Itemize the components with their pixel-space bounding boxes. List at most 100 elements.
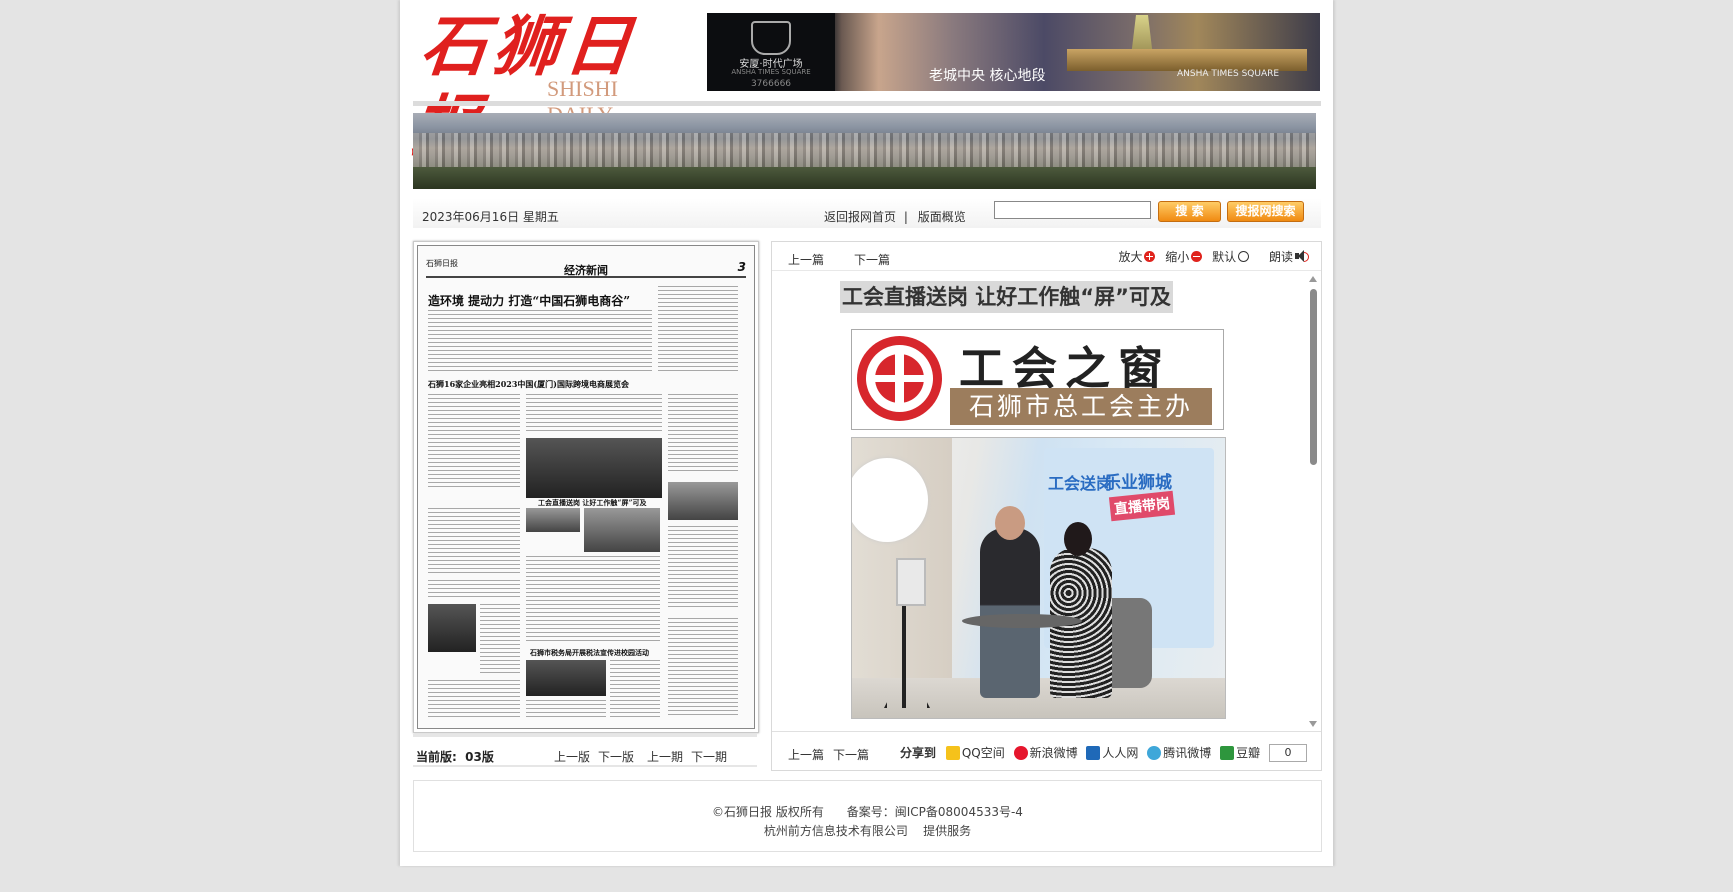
- news-photo[interactable]: [668, 482, 738, 520]
- overview-link[interactable]: 版面概览: [918, 210, 966, 224]
- reading-tools: 放大 缩小 默认 朗读: [1118, 248, 1309, 265]
- scroll-down-arrow-icon[interactable]: [1309, 721, 1317, 727]
- article-text-block[interactable]: [668, 618, 738, 718]
- share-count: 0: [1269, 744, 1307, 762]
- article-footer-bar: 上一篇 下一篇 分享到 QQ空间 新浪微博 人人网 腾讯微博 豆瓣 0: [772, 731, 1321, 771]
- article-text-block[interactable]: [668, 394, 738, 474]
- hills-image: [413, 167, 1316, 189]
- share-qzone[interactable]: QQ空间: [945, 746, 1005, 760]
- live-stream-photo-thumb[interactable]: [584, 508, 660, 552]
- ad-brand-block: 安厦·时代广场 ANSHA TIMES SQUARE 3766666: [707, 13, 835, 91]
- ad-slogan-en: ANSHA TIMES SQUARE: [1177, 69, 1280, 79]
- article-text-block[interactable]: [428, 394, 520, 490]
- article-text-block[interactable]: [658, 286, 738, 374]
- ad-phone: 3766666: [750, 79, 792, 89]
- exhibition-photo[interactable]: [526, 438, 662, 498]
- article-text-block[interactable]: [668, 526, 738, 610]
- article-panel: 上一篇 下一篇 放大 缩小 默认 朗读 工会直播送岗 让好工作触“屏”可及 工会…: [771, 241, 1322, 771]
- service-provider-line: 杭州前方信息技术有限公司 提供服务: [763, 824, 972, 838]
- nav-separator: |: [903, 210, 908, 224]
- scrollbar-thumb[interactable]: [1310, 289, 1317, 465]
- site-search-button[interactable]: 搜报网搜索: [1227, 201, 1304, 222]
- newspaper-page-thumbnail[interactable]: 石狮日报 经济新闻 3 造环境 提动力 打造“中国石狮电商谷” 石狮16家企业亮…: [413, 241, 759, 733]
- next-edition-link[interactable]: 下一版: [598, 748, 634, 765]
- scroll-up-arrow-icon[interactable]: [1309, 276, 1317, 282]
- newspaper-page-inner: 石狮日报 经济新闻 3 造环境 提动力 打造“中国石狮电商谷” 石狮16家企业亮…: [417, 245, 755, 729]
- renren-icon: [1086, 746, 1101, 760]
- article-text-block[interactable]: [428, 310, 652, 374]
- city-skyline-image: [413, 133, 1316, 169]
- read-aloud-button[interactable]: 朗读: [1269, 250, 1309, 264]
- backdrop-text-2: 乐业狮城: [1104, 473, 1172, 493]
- pager-rule: [413, 765, 757, 767]
- photo-phone-on-tripod: [896, 558, 926, 606]
- share-sina-weibo[interactable]: 新浪微博: [1013, 746, 1078, 760]
- default-size-button[interactable]: 默认: [1212, 250, 1250, 264]
- paper-headline-2[interactable]: 石狮16家企业亮相2023中国(厦门)国际跨境电商展览会: [428, 379, 629, 390]
- advertisement-banner[interactable]: 安厦·时代广场 ANSHA TIMES SQUARE 3766666 老城中央 …: [707, 13, 1320, 91]
- paper-page-number: 3: [737, 260, 746, 274]
- page-container: 石狮日报 SHISHI DAILY 安厦·时代广场 ANSHA TIMES SQ…: [400, 0, 1333, 866]
- paper-headline-4[interactable]: 石狮市税务局开展税法宣传进校园活动: [530, 648, 649, 658]
- union-window-thumb[interactable]: [526, 508, 580, 532]
- ad-building-image: [1067, 49, 1307, 71]
- photo-table: [962, 614, 1082, 628]
- thumbnail-shadow-rule: [413, 734, 757, 737]
- zoom-in-icon: [1144, 251, 1156, 262]
- article-text-block[interactable]: [526, 700, 606, 720]
- search-button[interactable]: 搜 索: [1158, 201, 1221, 222]
- paper-headline-1[interactable]: 造环境 提动力 打造“中国石狮电商谷”: [428, 292, 630, 309]
- prev-issue-link[interactable]: 上一期: [647, 748, 683, 765]
- ad-brand-en: ANSHA TIMES SQUARE: [731, 68, 811, 76]
- article-content-scroll[interactable]: 工会直播送岗 让好工作触“屏”可及 工会之窗 石狮市总工会主办 工会送岗 乐业狮…: [772, 270, 1321, 732]
- qzone-star-icon: [945, 746, 960, 760]
- search-input[interactable]: [994, 201, 1151, 219]
- prev-article-link[interactable]: 上一篇: [788, 251, 824, 268]
- article-text-block[interactable]: [428, 508, 520, 574]
- next-article-link[interactable]: 下一篇: [854, 251, 890, 268]
- copyright-line: ©石狮日报 版权所有 备案号：闽ICP备08004533号-4: [712, 805, 1023, 819]
- article-text-block[interactable]: [428, 680, 520, 720]
- paper-headline-3[interactable]: 工会直播送岗 让好工作触“屏”可及: [538, 498, 647, 508]
- zoom-out-icon: [1191, 251, 1203, 262]
- zoom-in-button[interactable]: 放大: [1118, 250, 1156, 264]
- backdrop-text-1: 工会送岗: [1048, 474, 1113, 493]
- backdrop-tag: 直播带岗: [1108, 490, 1176, 522]
- share-bar: 分享到 QQ空间 新浪微博 人人网 腾讯微博 豆瓣: [900, 744, 1285, 761]
- prev-article-link-bottom[interactable]: 上一篇: [788, 746, 824, 763]
- event-photo[interactable]: [428, 604, 476, 652]
- current-edition-label: 当前版: 03版: [416, 750, 494, 764]
- article-text-block[interactable]: [610, 660, 660, 720]
- toolbar: 2023年06月16日 星期五 返回报网首页 | 版面概览 搜 索 搜报网搜索: [413, 198, 1321, 228]
- article-text-block[interactable]: [480, 604, 520, 674]
- article-scrollbar[interactable]: [1305, 271, 1321, 732]
- article-toolbar: 上一篇 下一篇 放大 缩小 默认 朗读: [772, 242, 1321, 270]
- masthead-logo[interactable]: 石狮日报 SHISHI DAILY: [409, 6, 673, 165]
- shield-logo-icon: [751, 21, 791, 55]
- live-stream-photo: 工会送岗 乐业狮城 直播带岗: [851, 437, 1226, 719]
- city-panorama-banner: [413, 113, 1316, 189]
- issue-date: 2023年06月16日 星期五: [422, 210, 559, 224]
- current-edition-value: 03版: [465, 750, 494, 764]
- share-renren[interactable]: 人人网: [1086, 746, 1138, 760]
- zoom-out-button[interactable]: 缩小: [1165, 250, 1203, 264]
- tax-event-photo[interactable]: [526, 660, 606, 696]
- trade-union-emblem-icon: [857, 336, 942, 421]
- next-issue-link[interactable]: 下一期: [691, 748, 727, 765]
- union-window-subtitle: 石狮市总工会主办: [950, 388, 1212, 425]
- weibo-icon: [1013, 746, 1028, 760]
- union-window-banner: 工会之窗 石狮市总工会主办: [851, 329, 1224, 430]
- article-text-block[interactable]: [428, 580, 520, 600]
- article-title: 工会直播送岗 让好工作触“屏”可及: [840, 281, 1173, 313]
- site-footer: ©石狮日报 版权所有 备案号：闽ICP备08004533号-4 杭州前方信息技术…: [413, 780, 1322, 852]
- share-douban[interactable]: 豆瓣: [1220, 746, 1260, 760]
- article-text-block[interactable]: [526, 556, 660, 642]
- article-text-block[interactable]: [526, 394, 662, 434]
- photo-person-man: [980, 506, 1040, 698]
- default-size-icon: [1238, 251, 1250, 262]
- home-link[interactable]: 返回报网首页: [824, 210, 896, 224]
- next-article-link-bottom[interactable]: 下一篇: [833, 746, 869, 763]
- share-tencent-weibo[interactable]: 腾讯微博: [1147, 746, 1211, 760]
- prev-edition-link[interactable]: 上一版: [554, 748, 590, 765]
- ad-slogan: 老城中央 核心地段: [929, 68, 1046, 84]
